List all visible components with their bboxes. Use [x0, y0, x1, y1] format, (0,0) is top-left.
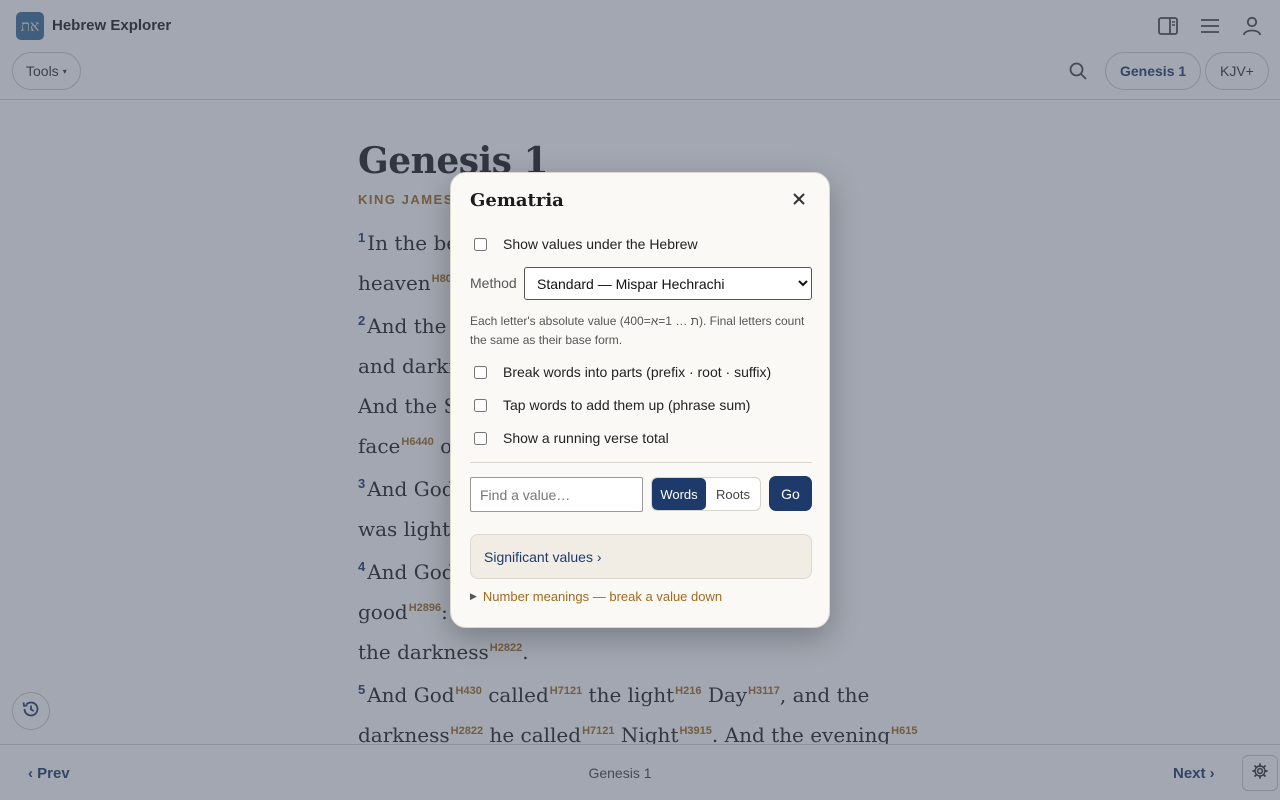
- running-total-option[interactable]: Show a running verse total: [474, 430, 669, 446]
- mode-words-button[interactable]: Words: [652, 478, 706, 510]
- significant-values-button[interactable]: Significant values ›: [470, 534, 812, 579]
- number-meanings-label: Number meanings — break a value down: [482, 589, 723, 604]
- tap-words-option[interactable]: Tap words to add them up (phrase sum): [474, 397, 750, 413]
- tap-words-checkbox[interactable]: [474, 398, 487, 412]
- divider: [470, 462, 812, 463]
- break-words-label: Break words into parts (prefix · root · …: [503, 364, 772, 380]
- dialog-title: Gematria: [470, 190, 564, 211]
- show-values-label: Show values under the Hebrew: [503, 236, 698, 252]
- number-meanings-disclosure[interactable]: ▶ Number meanings — break a value down: [470, 589, 722, 604]
- close-button[interactable]: [789, 191, 809, 211]
- method-select[interactable]: Standard — Mispar Hechrachi: [524, 267, 812, 300]
- running-total-label: Show a running verse total: [503, 430, 669, 446]
- close-icon: [793, 192, 805, 210]
- method-description: Each letter's absolute value (400=ת … 1=…: [470, 314, 805, 347]
- disclosure-triangle-icon: ▶: [470, 591, 477, 601]
- search-mode-toggle: Words Roots: [651, 477, 761, 511]
- show-values-checkbox[interactable]: [474, 237, 487, 251]
- go-button[interactable]: Go: [769, 476, 812, 511]
- tap-words-label: Tap words to add them up (phrase sum): [503, 397, 751, 413]
- running-total-checkbox[interactable]: [474, 431, 487, 445]
- break-words-option[interactable]: Break words into parts (prefix · root · …: [474, 364, 771, 380]
- gematria-dialog: Gematria Show values under the Hebrew Me…: [450, 172, 830, 628]
- find-value-input[interactable]: [470, 477, 643, 512]
- break-words-checkbox[interactable]: [474, 365, 487, 379]
- method-label: Method: [470, 275, 517, 291]
- mode-roots-button[interactable]: Roots: [706, 478, 760, 510]
- show-values-option[interactable]: Show values under the Hebrew: [474, 236, 698, 252]
